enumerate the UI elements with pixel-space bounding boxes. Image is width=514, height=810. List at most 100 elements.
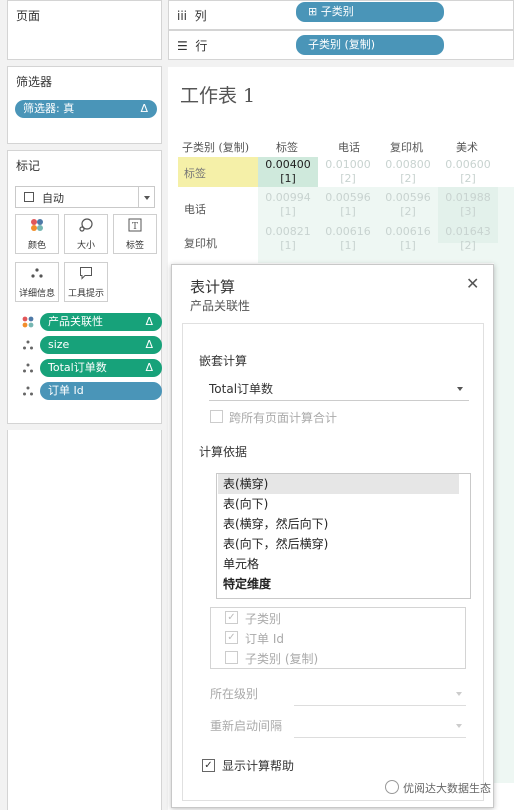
- label-button-label: 标签: [125, 241, 144, 251]
- rows-pill[interactable]: 子类别 (复制): [296, 35, 444, 55]
- color-dots-icon: [22, 316, 34, 328]
- table-cell[interactable]: 0.00600 [2]: [438, 158, 498, 186]
- close-icon[interactable]: ✕: [466, 274, 479, 293]
- detail-dots-icon: [22, 339, 34, 351]
- table-cell[interactable]: 0.00821 [1]: [258, 225, 318, 253]
- table-cell[interactable]: 0.00400 [1]: [258, 158, 318, 186]
- filter-pill-label: 筛选器: 真: [23, 102, 75, 115]
- sheet-title: 工作表 1: [180, 85, 256, 107]
- compute-using-label: 计算依据: [199, 445, 248, 459]
- row-header: 标签: [184, 167, 206, 180]
- nested-calc-label: 嵌套计算: [199, 354, 248, 368]
- field-pill[interactable]: 产品关联性 Δ: [40, 313, 162, 331]
- filter-pill[interactable]: 筛选器: 真 Δ: [15, 100, 157, 118]
- delta-icon: Δ: [145, 315, 153, 328]
- size-icon: [65, 218, 107, 238]
- level-dropdown[interactable]: [294, 683, 466, 706]
- list-item[interactable]: 表(横穿，然后向下): [223, 514, 328, 534]
- color-button[interactable]: 颜色: [15, 214, 59, 254]
- detail-dots-icon: [16, 266, 58, 286]
- field-pill-label: size: [48, 338, 70, 351]
- pages-title: 页面: [16, 9, 41, 23]
- dialog-subtitle: 产品关联性: [190, 299, 251, 313]
- dimension-checkbox[interactable]: ✓: [225, 611, 238, 624]
- compute-using-list[interactable]: 表(横穿) 表(向下) 表(横穿，然后向下) 表(向下，然后横穿) 单元格 特定…: [216, 473, 471, 599]
- label-T-icon: T: [114, 218, 156, 238]
- table-cell[interactable]: 0.01988 [3]: [438, 191, 498, 219]
- rows-pill-label: 子类别 (复制): [308, 38, 376, 51]
- size-button[interactable]: 大小: [64, 214, 108, 254]
- field-pill-label: 产品关联性: [48, 315, 103, 328]
- dialog-title: 表计算: [190, 278, 236, 296]
- filters-panel: 筛选器 筛选器: 真 Δ: [7, 66, 162, 144]
- list-item[interactable]: 特定维度: [223, 574, 271, 594]
- dimension-checkbox[interactable]: ✓: [225, 631, 238, 644]
- nested-calc-dropdown[interactable]: Total订单数: [209, 378, 469, 401]
- color-button-label: 颜色: [27, 241, 46, 251]
- restart-label: 重新启动间隔: [210, 719, 283, 733]
- across-pages-label: 跨所有页面计算合计: [229, 411, 338, 425]
- columns-shelf[interactable]: iii 列 ⊞ 子类别: [168, 0, 514, 30]
- tooltip-button-label: 工具提示: [67, 289, 104, 299]
- table-cell[interactable]: 0.00994 [1]: [258, 191, 318, 219]
- tooltip-icon: [65, 266, 107, 286]
- pages-panel: 页面: [7, 0, 162, 60]
- table-cell[interactable]: 0.01643 [2]: [438, 225, 498, 253]
- field-pill[interactable]: Total订单数 Δ: [40, 359, 162, 377]
- delta-icon: Δ: [145, 338, 153, 351]
- columns-pill-label: ⊞ 子类别: [308, 5, 354, 18]
- field-pill-label: Total订单数: [48, 361, 107, 374]
- chevron-down-icon: [456, 724, 462, 728]
- table-continuation: [494, 263, 514, 783]
- rows-shelf-label: ☰ 行: [177, 39, 208, 53]
- table-cell[interactable]: 0.00800 [2]: [378, 158, 438, 186]
- table-cell[interactable]: 0.01000 [2]: [318, 158, 378, 186]
- restart-dropdown[interactable]: [294, 715, 466, 738]
- row-header: 复印机: [184, 237, 217, 250]
- table-calculation-dialog: 表计算 产品关联性 ✕ 嵌套计算 Total订单数 跨所有页面计算合计 计算依据…: [171, 264, 494, 808]
- label-button[interactable]: T 标签: [113, 214, 157, 254]
- columns-pill[interactable]: ⊞ 子类别: [296, 2, 444, 22]
- list-item[interactable]: 表(向下): [223, 494, 268, 514]
- field-pill[interactable]: 订单 Id: [40, 382, 162, 400]
- columns-icon: iii: [177, 9, 188, 23]
- list-item[interactable]: 单元格: [223, 554, 259, 574]
- row-header: 电话: [184, 203, 206, 216]
- dimension-checkbox[interactable]: [225, 651, 238, 664]
- mark-type-dropdown[interactable]: 自动: [15, 186, 155, 208]
- watermark: 优阅达大数据生态: [385, 778, 511, 798]
- col-header: 复印机: [390, 141, 423, 154]
- dimension-list: ✓ 子类别 ✓ 订单 Id 子类别 (复制): [210, 607, 466, 669]
- mark-field-row[interactable]: Total订单数 Δ: [20, 359, 162, 379]
- chevron-down-icon: [144, 196, 150, 200]
- dimension-label: 子类别 (复制): [245, 652, 319, 666]
- dimension-label: 订单 Id: [245, 632, 284, 646]
- list-item[interactable]: 表(向下，然后横穿): [223, 534, 328, 554]
- level-label: 所在级别: [210, 687, 259, 701]
- chevron-down-icon: [457, 387, 463, 391]
- col-header: 美术: [456, 141, 478, 154]
- detail-button[interactable]: 详细信息: [15, 262, 59, 302]
- show-help-label: 显示计算帮助: [222, 759, 295, 773]
- rows-shelf[interactable]: ☰ 行 子类别 (复制): [168, 30, 514, 60]
- table-cell[interactable]: 0.00596 [2]: [378, 191, 438, 219]
- table-cell[interactable]: 0.00616 [1]: [318, 225, 378, 253]
- col-header: 标签: [276, 141, 298, 154]
- left-blank-area: [7, 430, 162, 810]
- mark-field-row[interactable]: 订单 Id: [20, 382, 162, 402]
- size-button-label: 大小: [76, 241, 95, 251]
- mark-field-row[interactable]: size Δ: [20, 336, 162, 356]
- field-pill[interactable]: size Δ: [40, 336, 162, 354]
- color-dots-icon: [16, 218, 58, 238]
- across-pages-checkbox[interactable]: [210, 410, 223, 423]
- mark-field-row[interactable]: 产品关联性 Δ: [20, 313, 162, 333]
- list-item[interactable]: 表(横穿): [218, 474, 459, 494]
- tooltip-button[interactable]: 工具提示: [64, 262, 108, 302]
- field-pill-label: 订单 Id: [48, 384, 84, 397]
- rows-icon: ☰: [177, 39, 188, 53]
- filters-title: 筛选器: [16, 75, 53, 89]
- table-cell[interactable]: 0.00596 [1]: [318, 191, 378, 219]
- table-cell[interactable]: 0.00616 [1]: [378, 225, 438, 253]
- wechat-icon: [385, 780, 399, 794]
- show-help-checkbox[interactable]: ✓: [202, 759, 215, 772]
